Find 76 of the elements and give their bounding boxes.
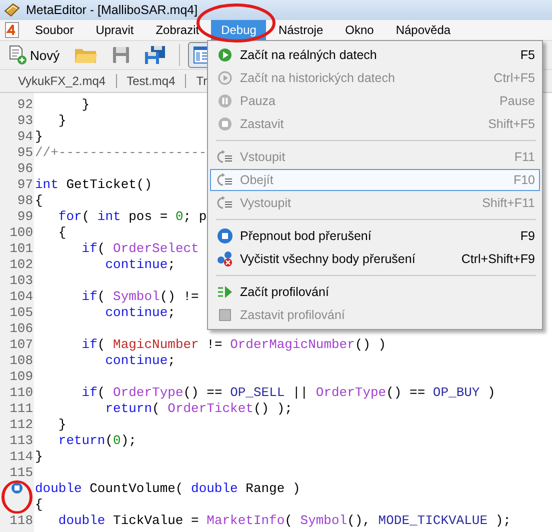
menu-item[interactable]: Soubor	[25, 20, 84, 40]
new-document-icon	[9, 45, 27, 65]
line-number: 108	[10, 352, 33, 368]
menu-item[interactable]: Nápověda	[386, 20, 461, 40]
code-line: {	[34, 192, 43, 208]
file-tab[interactable]: VykukFX_2.mq4	[8, 74, 117, 88]
step-icon	[217, 196, 233, 210]
profile-icon	[217, 285, 233, 299]
line-number: 109	[10, 368, 33, 384]
breakpoint-icon	[217, 228, 233, 244]
replay-icon	[218, 71, 232, 85]
line-number: 115	[10, 464, 33, 480]
code-line: }	[34, 128, 43, 144]
new-button[interactable]: Nový	[4, 42, 65, 68]
code-line: continue;	[104, 304, 176, 320]
book-icon	[4, 3, 20, 17]
code-line: {	[34, 496, 43, 512]
window-title: MetaEditor - [MalliboSAR.mq4]	[26, 3, 198, 17]
line-number: 107	[10, 336, 33, 352]
code-line: if( OrderSelect	[80, 240, 199, 256]
code-line: {	[57, 224, 66, 240]
line-number: 98	[17, 192, 33, 208]
code-line: }	[34, 448, 43, 464]
code-line: if( MagicNumber != OrderMagicNumber() )	[80, 336, 386, 352]
square-icon	[219, 309, 231, 321]
menu-item[interactable]: Začít profilování	[210, 281, 540, 303]
line-number: 112	[10, 416, 33, 432]
line-number: 99	[17, 208, 33, 224]
step-icon	[217, 150, 233, 164]
line-number: 100	[10, 224, 33, 240]
breakpoint-icon[interactable]	[11, 482, 23, 494]
line-number: 104	[10, 288, 33, 304]
line-number: 114	[10, 448, 33, 464]
menu-item[interactable]: Přepnout bod přerušení F9	[210, 225, 540, 247]
file-tab[interactable]: Test.mq4	[116, 74, 186, 88]
line-number: 95	[17, 144, 33, 160]
code-line: }	[57, 112, 66, 128]
line-number: 94	[17, 128, 33, 144]
code-line: continue;	[104, 256, 176, 272]
code-line: for( int pos = 0; p	[57, 208, 207, 224]
line-number: 92	[17, 96, 33, 112]
menu-item[interactable]: Okno	[335, 20, 384, 40]
line-number: 105	[10, 304, 33, 320]
menu-item[interactable]: Nástroje	[268, 20, 334, 40]
line-number: 101	[10, 240, 33, 256]
line-number: 96	[17, 160, 33, 176]
menu-item[interactable]: Upravit	[86, 20, 144, 40]
code-line: double CountVolume( double Range )	[34, 480, 300, 496]
code-line: return(0);	[57, 432, 136, 448]
step-icon	[217, 173, 233, 187]
menu-item[interactable]: Zobrazit	[146, 20, 210, 40]
code-line: continue;	[104, 352, 176, 368]
code-line: }	[57, 416, 66, 432]
code-line: double TickValue = MarketInfo( Symbol(), MODE_TICKVALUE );	[57, 512, 511, 528]
code-line: int GetTicket()	[34, 176, 152, 192]
pause-icon	[218, 94, 232, 108]
menu-item[interactable]: Začít na reálných datech F5	[210, 44, 540, 66]
line-number: 103	[10, 272, 33, 288]
annotation-circle	[1, 480, 33, 514]
line-number: 97	[17, 176, 33, 192]
line-number: 118	[10, 512, 33, 528]
line-number: 93	[17, 112, 33, 128]
line-number: 111	[10, 400, 33, 416]
stop-icon	[218, 117, 232, 131]
code-line: //+-------------------	[34, 144, 207, 160]
code-line: return( OrderTicket() );	[104, 400, 292, 416]
code-line: if( Symbol() !=	[80, 288, 199, 304]
code-line: if( OrderType() == OP_SELL || OrderType() == OP_BUY )	[80, 384, 496, 400]
menu-item[interactable]: Vyčistit všechny body přerušení Ctrl+Shift+F9	[210, 248, 540, 270]
line-number: 110	[10, 384, 33, 400]
play-icon	[218, 48, 232, 62]
code-line: }	[80, 96, 90, 112]
line-number: 106	[10, 320, 33, 336]
clear-breakpoints-icon	[217, 251, 233, 267]
line-number: 113	[10, 432, 33, 448]
line-number: 102	[10, 256, 33, 272]
